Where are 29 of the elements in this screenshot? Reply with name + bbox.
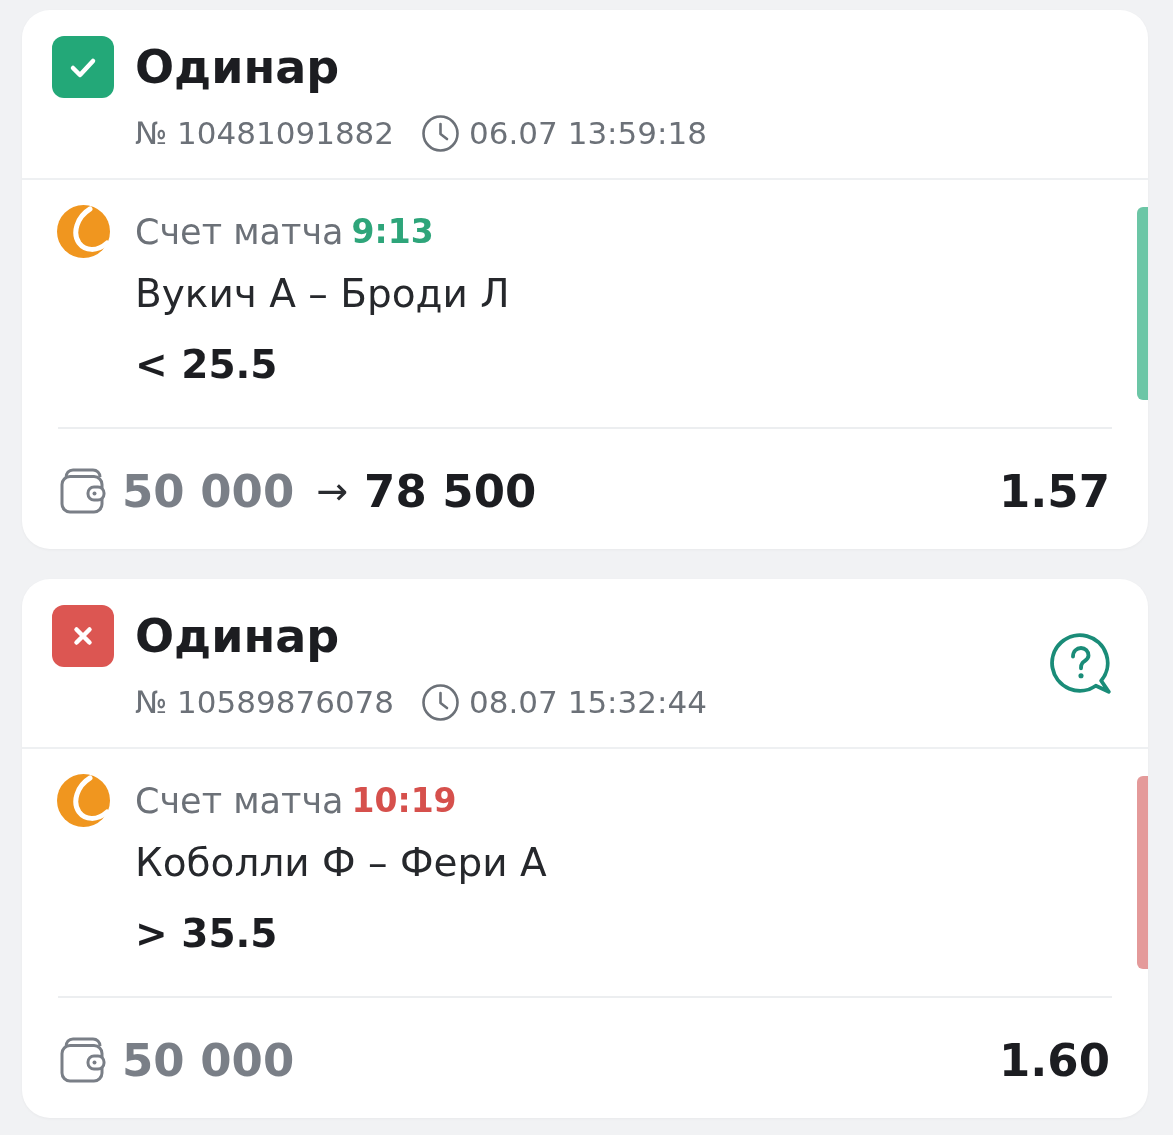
clock-icon — [422, 114, 460, 152]
cross-icon — [52, 605, 114, 667]
wallet-icon — [60, 468, 106, 514]
tennis-ball-icon — [57, 774, 110, 827]
bet-number: № 10589876078 — [135, 683, 395, 722]
match-teams: Вукич А – Броди Л — [135, 272, 511, 316]
score-label: Счет матча — [135, 211, 344, 252]
bet-datetime: 08.07 15:32:44 — [469, 683, 707, 722]
stake-amount: 50 000 — [122, 464, 295, 518]
match-teams: Коболли Ф – Фери А — [135, 841, 548, 885]
bet-number: № 10481091882 — [135, 114, 395, 153]
check-icon — [52, 36, 114, 98]
match-score: 9:13 — [351, 212, 434, 251]
odds-value: 1.60 — [998, 1033, 1110, 1087]
payout-amount: 78 500 — [364, 464, 537, 518]
help-icon[interactable] — [1050, 632, 1112, 695]
bet-outcome: < 25.5 — [135, 342, 279, 388]
score-label: Счет матча — [135, 780, 344, 821]
bet-type-title: Одинар — [135, 39, 341, 96]
match-score: 10:19 — [351, 781, 457, 820]
wallet-icon — [60, 1037, 106, 1083]
bet-type-title: Одинар — [135, 608, 341, 665]
odds-value: 1.57 — [998, 464, 1110, 518]
clock-icon — [422, 683, 460, 721]
tennis-ball-icon — [57, 205, 110, 258]
arrow-sign: → — [316, 469, 349, 513]
bet-datetime: 06.07 13:59:18 — [469, 114, 707, 153]
stake-amount: 50 000 — [122, 1033, 295, 1087]
bet-outcome: > 35.5 — [135, 911, 279, 957]
